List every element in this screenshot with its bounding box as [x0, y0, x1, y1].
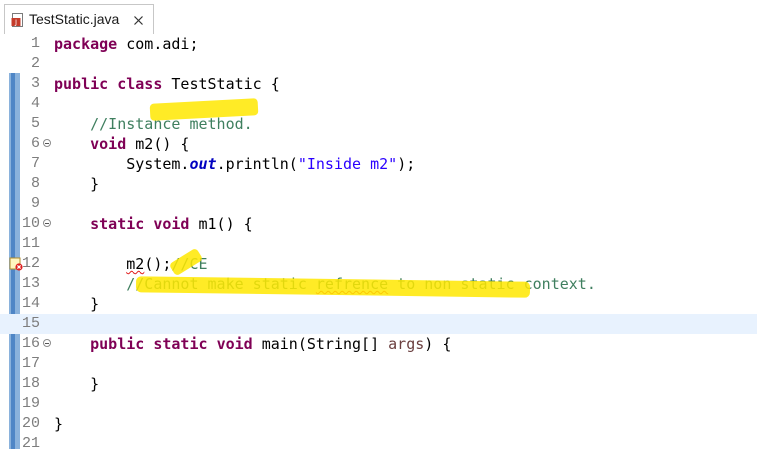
line-source: public static void main(String[] args) {: [54, 334, 451, 354]
code-line[interactable]: 20}: [0, 414, 757, 434]
code-line[interactable]: 2: [0, 54, 757, 74]
editor-window: J TestStatic.java 1 package com.adi; 2 3 pub…: [0, 0, 757, 451]
code-token: }: [54, 175, 100, 193]
line-number: 15: [21, 315, 40, 332]
code-token: args: [388, 335, 425, 353]
java-file-icon: J: [11, 13, 23, 27]
line-source: package com.adi;: [54, 34, 199, 54]
code-line[interactable]: 1 package com.adi;: [0, 34, 757, 54]
code-line[interactable]: 7 System.out.println("Inside m2");: [0, 154, 757, 174]
line-source: static void m1() {: [54, 214, 253, 234]
code-token: package: [54, 35, 118, 53]
line-number: 17: [21, 355, 40, 372]
line-number: 18: [21, 375, 40, 392]
line-number: 20: [21, 415, 40, 432]
line-number: 6: [30, 135, 40, 152]
code-token: );: [397, 155, 416, 173]
line-source: }: [54, 374, 99, 394]
error-marker-icon[interactable]: [9, 257, 23, 271]
code-token: }: [54, 375, 100, 393]
code-token: void: [153, 215, 190, 233]
line-number: 10: [21, 215, 40, 232]
code-editor[interactable]: 1 package com.adi; 2 3 public class TestStat…: [0, 33, 757, 451]
code-token: public: [90, 335, 145, 353]
tab-teststatic-java[interactable]: J TestStatic.java: [4, 4, 154, 34]
code-line[interactable]: 6 void m2() {: [0, 134, 757, 154]
line-number: 7: [30, 155, 40, 172]
code-token: m2: [126, 255, 145, 273]
code-token: out: [189, 155, 217, 173]
line-number: 4: [30, 95, 40, 112]
code-token: com.adi;: [117, 35, 199, 53]
line-number: 12: [21, 255, 40, 272]
close-icon[interactable]: [134, 16, 143, 25]
line-number: 16: [21, 335, 40, 352]
line-number: 21: [21, 435, 40, 451]
code-token: m2() {: [126, 135, 190, 153]
editor-tab-bar: J TestStatic.java: [0, 0, 757, 34]
code-token: ();: [144, 255, 172, 273]
code-line[interactable]: 16 public static void main(String[] args…: [0, 334, 757, 354]
line-source: }: [54, 414, 63, 434]
code-token: void: [90, 135, 127, 153]
code-token: public: [54, 75, 109, 93]
code-line[interactable]: 5 //Instance method.: [0, 114, 757, 134]
line-number: 9: [30, 195, 40, 212]
code-token: .println(: [216, 155, 298, 173]
line-source: public class TestStatic {: [54, 74, 280, 94]
code-line[interactable]: 3 public class TestStatic {: [0, 74, 757, 94]
code-token: System.: [54, 155, 190, 173]
code-line[interactable]: 19: [0, 394, 757, 414]
code-line[interactable]: 12 m2();//CE: [0, 254, 757, 274]
line-source: }: [54, 294, 99, 314]
line-source: void m2() {: [54, 134, 189, 154]
line-number: 13: [21, 275, 40, 292]
code-token: ) {: [424, 335, 452, 353]
line-source: System.out.println("Inside m2");: [54, 154, 415, 174]
code-token: "Inside m2": [297, 155, 398, 173]
code-line[interactable]: 15: [0, 314, 757, 334]
code-line[interactable]: 21: [0, 434, 757, 451]
code-token: void: [216, 335, 253, 353]
fold-collapse-icon[interactable]: [43, 339, 51, 347]
code-token: static: [153, 335, 208, 353]
code-token: static: [90, 215, 145, 233]
code-line[interactable]: 9: [0, 194, 757, 214]
line-number: 2: [30, 55, 40, 72]
code-line[interactable]: 10 static void m1() {: [0, 214, 757, 234]
code-token: main(String[]: [252, 335, 389, 353]
code-token: class: [117, 75, 163, 93]
code-token: }: [54, 295, 100, 313]
code-token: TestStatic {: [162, 75, 280, 93]
code-line[interactable]: 17: [0, 354, 757, 374]
code-line[interactable]: 8 }: [0, 174, 757, 194]
code-token: m1() {: [189, 215, 253, 233]
line-number: 19: [21, 395, 40, 412]
line-number: 1: [30, 35, 40, 52]
line-number: 5: [30, 115, 40, 132]
line-number: 11: [21, 235, 40, 252]
line-number: 14: [21, 295, 40, 312]
code-line[interactable]: 14 }: [0, 294, 757, 314]
tab-title: TestStatic.java: [29, 11, 120, 27]
code-line[interactable]: 11: [0, 234, 757, 254]
line-number: 8: [30, 175, 40, 192]
code-token: }: [54, 415, 64, 433]
line-number: 3: [30, 75, 40, 92]
line-source: }: [54, 174, 99, 194]
fold-collapse-icon[interactable]: [43, 139, 51, 147]
code-line[interactable]: 18 }: [0, 374, 757, 394]
fold-collapse-icon[interactable]: [43, 219, 51, 227]
code-line[interactable]: 4: [0, 94, 757, 114]
svg-text:J: J: [14, 19, 17, 27]
